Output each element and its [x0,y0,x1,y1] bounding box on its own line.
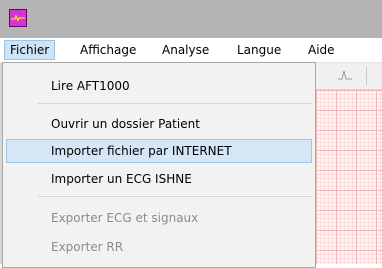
title-bar [0,0,382,38]
menu-item-lire-aft1000[interactable]: Lire AFT1000 [6,74,312,98]
ecg-wave-icon [11,15,25,21]
menu-item-exporter-ecg[interactable]: Exporter ECG et signaux [6,206,312,230]
menu-langue[interactable]: Langue [232,40,286,60]
menu-separator [38,103,312,104]
menu-fichier[interactable]: Fichier [4,40,56,60]
menu-affichage[interactable]: Affichage [75,40,141,60]
menu-item-importer-internet[interactable]: Importer fichier par INTERNET [6,139,312,163]
chart-tool-icon[interactable] [336,67,354,83]
menu-item-exporter-rr[interactable]: Exporter RR [6,235,312,259]
menu-item-importer-ishne[interactable]: Importer un ECG ISHNE [6,167,312,191]
menu-item-ouvrir-dossier-patient[interactable]: Ouvrir un dossier Patient [6,112,312,136]
fichier-dropdown-menu: Lire AFT1000 Ouvrir un dossier Patient I… [2,62,316,268]
app-icon[interactable] [9,9,27,27]
menu-aide[interactable]: Aide [303,40,340,60]
ecg-grid-area[interactable] [316,90,382,264]
toolbar-separator [366,67,367,85]
toolbar [316,63,382,90]
menu-bar: Fichier Affichage Analyse Langue Aide [0,38,382,63]
menu-analyse[interactable]: Analyse [157,40,214,60]
menu-separator [38,196,312,197]
